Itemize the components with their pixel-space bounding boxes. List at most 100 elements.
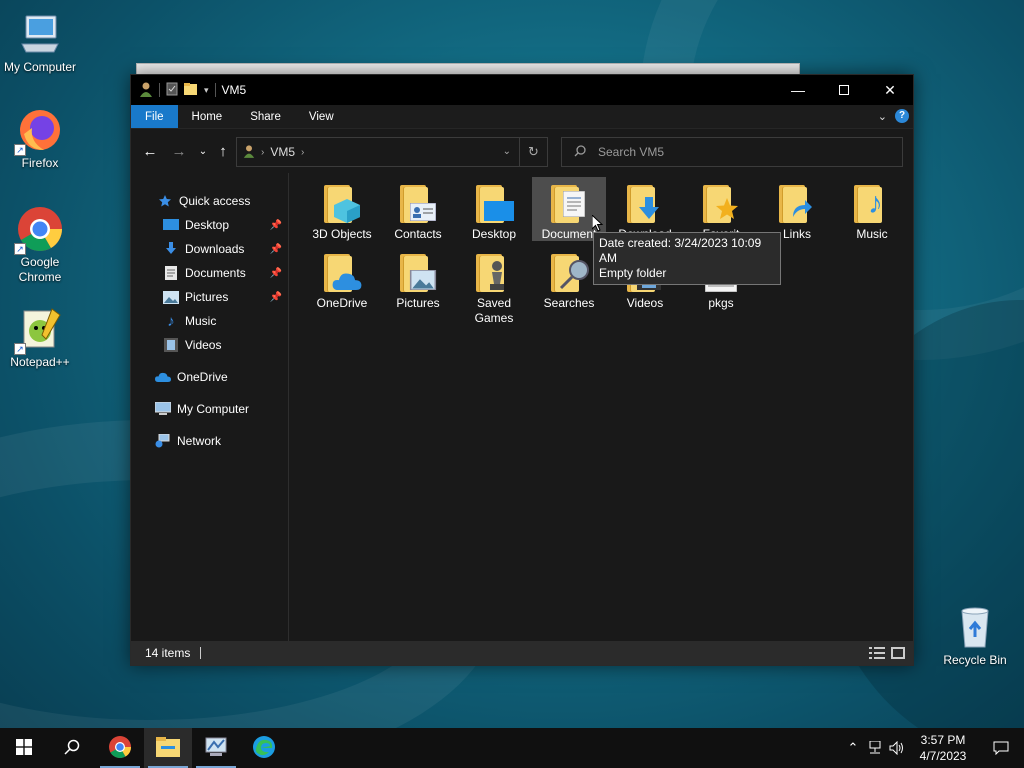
- chevron-down-icon: ⌄: [198, 145, 208, 157]
- folder-pictures[interactable]: Pictures: [381, 250, 455, 311]
- up-arrow-icon: ↑: [219, 142, 227, 160]
- folder-music[interactable]: ♪ Music: [835, 181, 909, 242]
- tooltip-description: Empty folder: [599, 266, 667, 280]
- breadcrumb-vm5[interactable]: VM5: [270, 145, 295, 159]
- recent-locations-button[interactable]: ⌄: [192, 140, 214, 162]
- refresh-icon: ↻: [528, 144, 539, 159]
- forward-arrow-icon: →: [171, 142, 187, 160]
- refresh-button[interactable]: ↻: [519, 138, 547, 166]
- network-status-icon[interactable]: [864, 741, 886, 755]
- item-label: Saved Games: [474, 296, 514, 325]
- network-icon: [155, 433, 171, 449]
- desktop-icon-label: Recycle Bin: [943, 653, 1007, 667]
- nav-videos[interactable]: Videos: [131, 333, 288, 357]
- minimize-button[interactable]: —: [775, 75, 821, 105]
- back-button[interactable]: ←: [139, 140, 161, 162]
- saved-games-folder-icon: [472, 250, 516, 294]
- nav-desktop[interactable]: Desktop 📌: [131, 213, 288, 237]
- folder-3d-objects[interactable]: 3D Objects: [305, 181, 379, 242]
- address-history-icon[interactable]: ⌄: [503, 146, 511, 157]
- back-arrow-icon: ←: [142, 142, 158, 160]
- help-icon[interactable]: ?: [895, 109, 909, 123]
- nav-pictures[interactable]: Pictures 📌: [131, 285, 288, 309]
- pin-icon: 📌: [269, 267, 282, 279]
- pin-icon: 📌: [269, 219, 282, 231]
- divider: [200, 647, 202, 659]
- documents-icon: [163, 265, 179, 281]
- music-folder-icon: ♪: [850, 181, 894, 225]
- tab-view[interactable]: View: [295, 105, 348, 128]
- nav-documents[interactable]: Documents 📌: [131, 261, 288, 285]
- tooltip-date-created: Date created: 3/24/2023 10:09 AM: [599, 236, 762, 265]
- close-button[interactable]: ✕: [867, 75, 913, 105]
- up-button[interactable]: ↑: [212, 140, 234, 162]
- folder-desktop[interactable]: Desktop: [457, 181, 531, 242]
- chrome-icon: ↗: [14, 205, 64, 255]
- item-label: OneDrive: [316, 296, 368, 310]
- desktop-icon-google-chrome[interactable]: ↗ Google Chrome: [0, 205, 80, 285]
- customize-qat-icon[interactable]: ▾: [204, 85, 209, 96]
- downloads-icon: [163, 241, 179, 257]
- computer-icon: [155, 401, 171, 417]
- maximize-icon: [839, 85, 849, 95]
- nav-quick-access[interactable]: Quick access: [131, 189, 288, 213]
- status-bar: 14 items: [131, 641, 913, 665]
- taskbar-search-button[interactable]: [48, 728, 96, 768]
- new-folder-icon[interactable]: [184, 82, 198, 98]
- links-folder-icon: [775, 181, 819, 225]
- tab-home[interactable]: Home: [178, 105, 237, 128]
- 3d-objects-folder-icon: [320, 181, 364, 225]
- nav-label: Pictures: [185, 290, 229, 304]
- taskbar-file-explorer[interactable]: [144, 728, 192, 768]
- volume-icon[interactable]: [886, 741, 908, 755]
- search-box[interactable]: Search VM5: [561, 137, 903, 167]
- edge-icon: [252, 735, 276, 762]
- folder-contacts[interactable]: Contacts: [381, 181, 455, 242]
- taskbar-edge[interactable]: [240, 728, 288, 768]
- expand-ribbon-icon[interactable]: ⌄: [878, 110, 887, 123]
- nav-downloads[interactable]: Downloads 📌: [131, 237, 288, 261]
- taskbar-clock[interactable]: 3:57 PM 4/7/2023: [908, 732, 978, 764]
- address-row: ← → ⌄ ↑ › VM5 › ⌄ ↻ Search VM5: [131, 129, 913, 173]
- nav-my-computer[interactable]: My Computer: [131, 397, 288, 421]
- desktop-icon-label: Firefox: [21, 156, 59, 170]
- address-bar[interactable]: › VM5 › ⌄ ↻: [236, 137, 548, 167]
- taskbar-chrome[interactable]: [96, 728, 144, 768]
- nav-label: Videos: [185, 338, 222, 352]
- notifications-icon[interactable]: [978, 741, 1024, 755]
- onedrive-icon: [155, 369, 171, 385]
- desktop-icon-my-computer[interactable]: My Computer: [0, 10, 80, 75]
- onedrive-folder-icon: [320, 250, 364, 294]
- taskbar-control-panel[interactable]: [192, 728, 240, 768]
- downloads-folder-icon: [623, 181, 667, 225]
- large-icons-view-icon[interactable]: [891, 647, 905, 662]
- search-icon: [64, 739, 80, 758]
- details-view-icon[interactable]: [869, 647, 885, 662]
- divider: [159, 83, 160, 97]
- window-title: VM5: [221, 83, 247, 97]
- properties-icon[interactable]: [166, 82, 178, 99]
- item-count: 14 items: [145, 646, 191, 660]
- forward-button[interactable]: →: [168, 140, 190, 162]
- start-button[interactable]: [0, 728, 48, 768]
- nav-label: Downloads: [185, 242, 245, 256]
- desktop-icon-label: Notepad++: [10, 355, 70, 369]
- nav-onedrive[interactable]: OneDrive: [131, 365, 288, 389]
- user-folder-icon: [243, 144, 255, 161]
- contacts-folder-icon: [396, 181, 440, 225]
- folder-saved-games[interactable]: Saved Games: [457, 250, 531, 326]
- desktop-icon-firefox[interactable]: ↗ Firefox: [0, 106, 80, 171]
- maximize-button[interactable]: [821, 75, 867, 105]
- windows-logo-icon: [16, 738, 32, 758]
- nav-network[interactable]: Network: [131, 429, 288, 453]
- tab-file[interactable]: File: [131, 105, 178, 128]
- folder-onedrive[interactable]: OneDrive: [305, 250, 379, 311]
- nav-music[interactable]: ♪ Music: [131, 309, 288, 333]
- desktop-icon-recycle-bin[interactable]: Recycle Bin: [935, 603, 1015, 668]
- show-hidden-icons-icon[interactable]: ⌃: [842, 740, 864, 756]
- title-bar[interactable]: ▾ VM5 — ✕: [131, 75, 913, 105]
- file-explorer-window: ▾ VM5 — ✕ File Home Share View ⌄ ? ← → ⌄…: [130, 74, 914, 666]
- desktop-icon-notepadpp[interactable]: ↗ Notepad++: [0, 305, 80, 370]
- desktop-icon: [163, 217, 179, 233]
- tab-share[interactable]: Share: [236, 105, 295, 128]
